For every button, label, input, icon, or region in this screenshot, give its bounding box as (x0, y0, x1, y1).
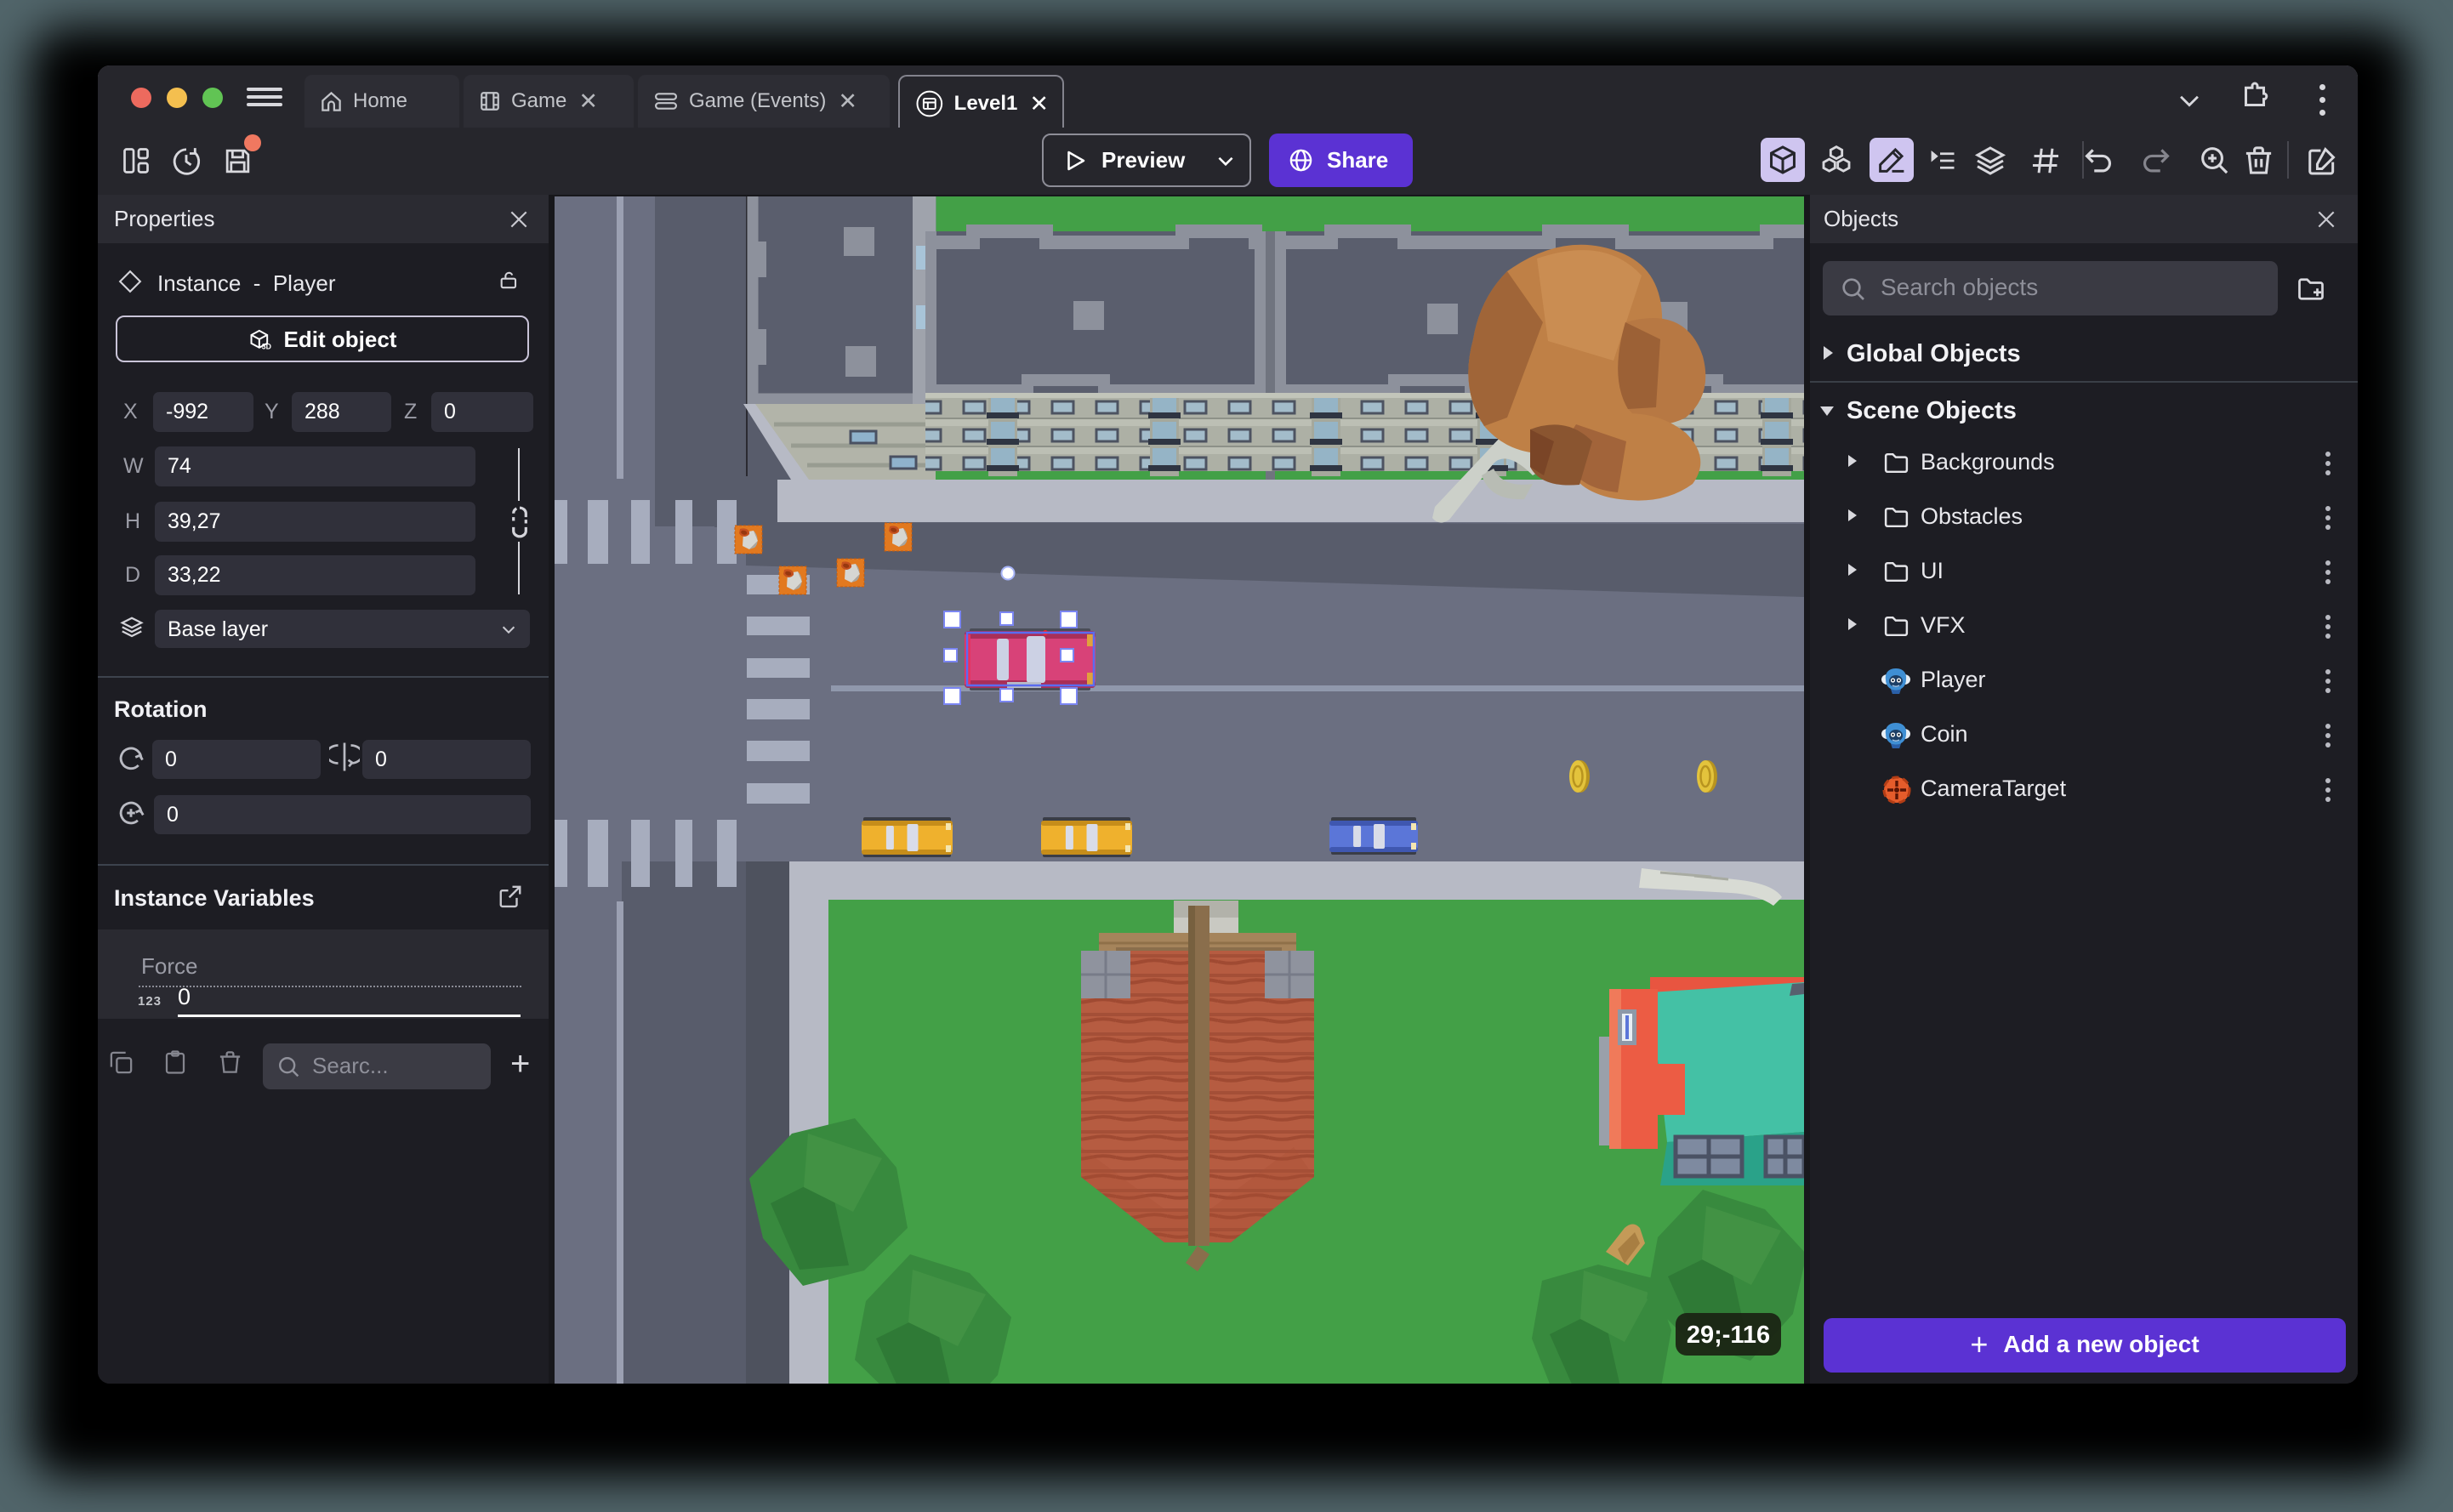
svg-text:3D: 3D (261, 343, 270, 351)
svg-text:29;-116: 29;-116 (1687, 1322, 1770, 1349)
